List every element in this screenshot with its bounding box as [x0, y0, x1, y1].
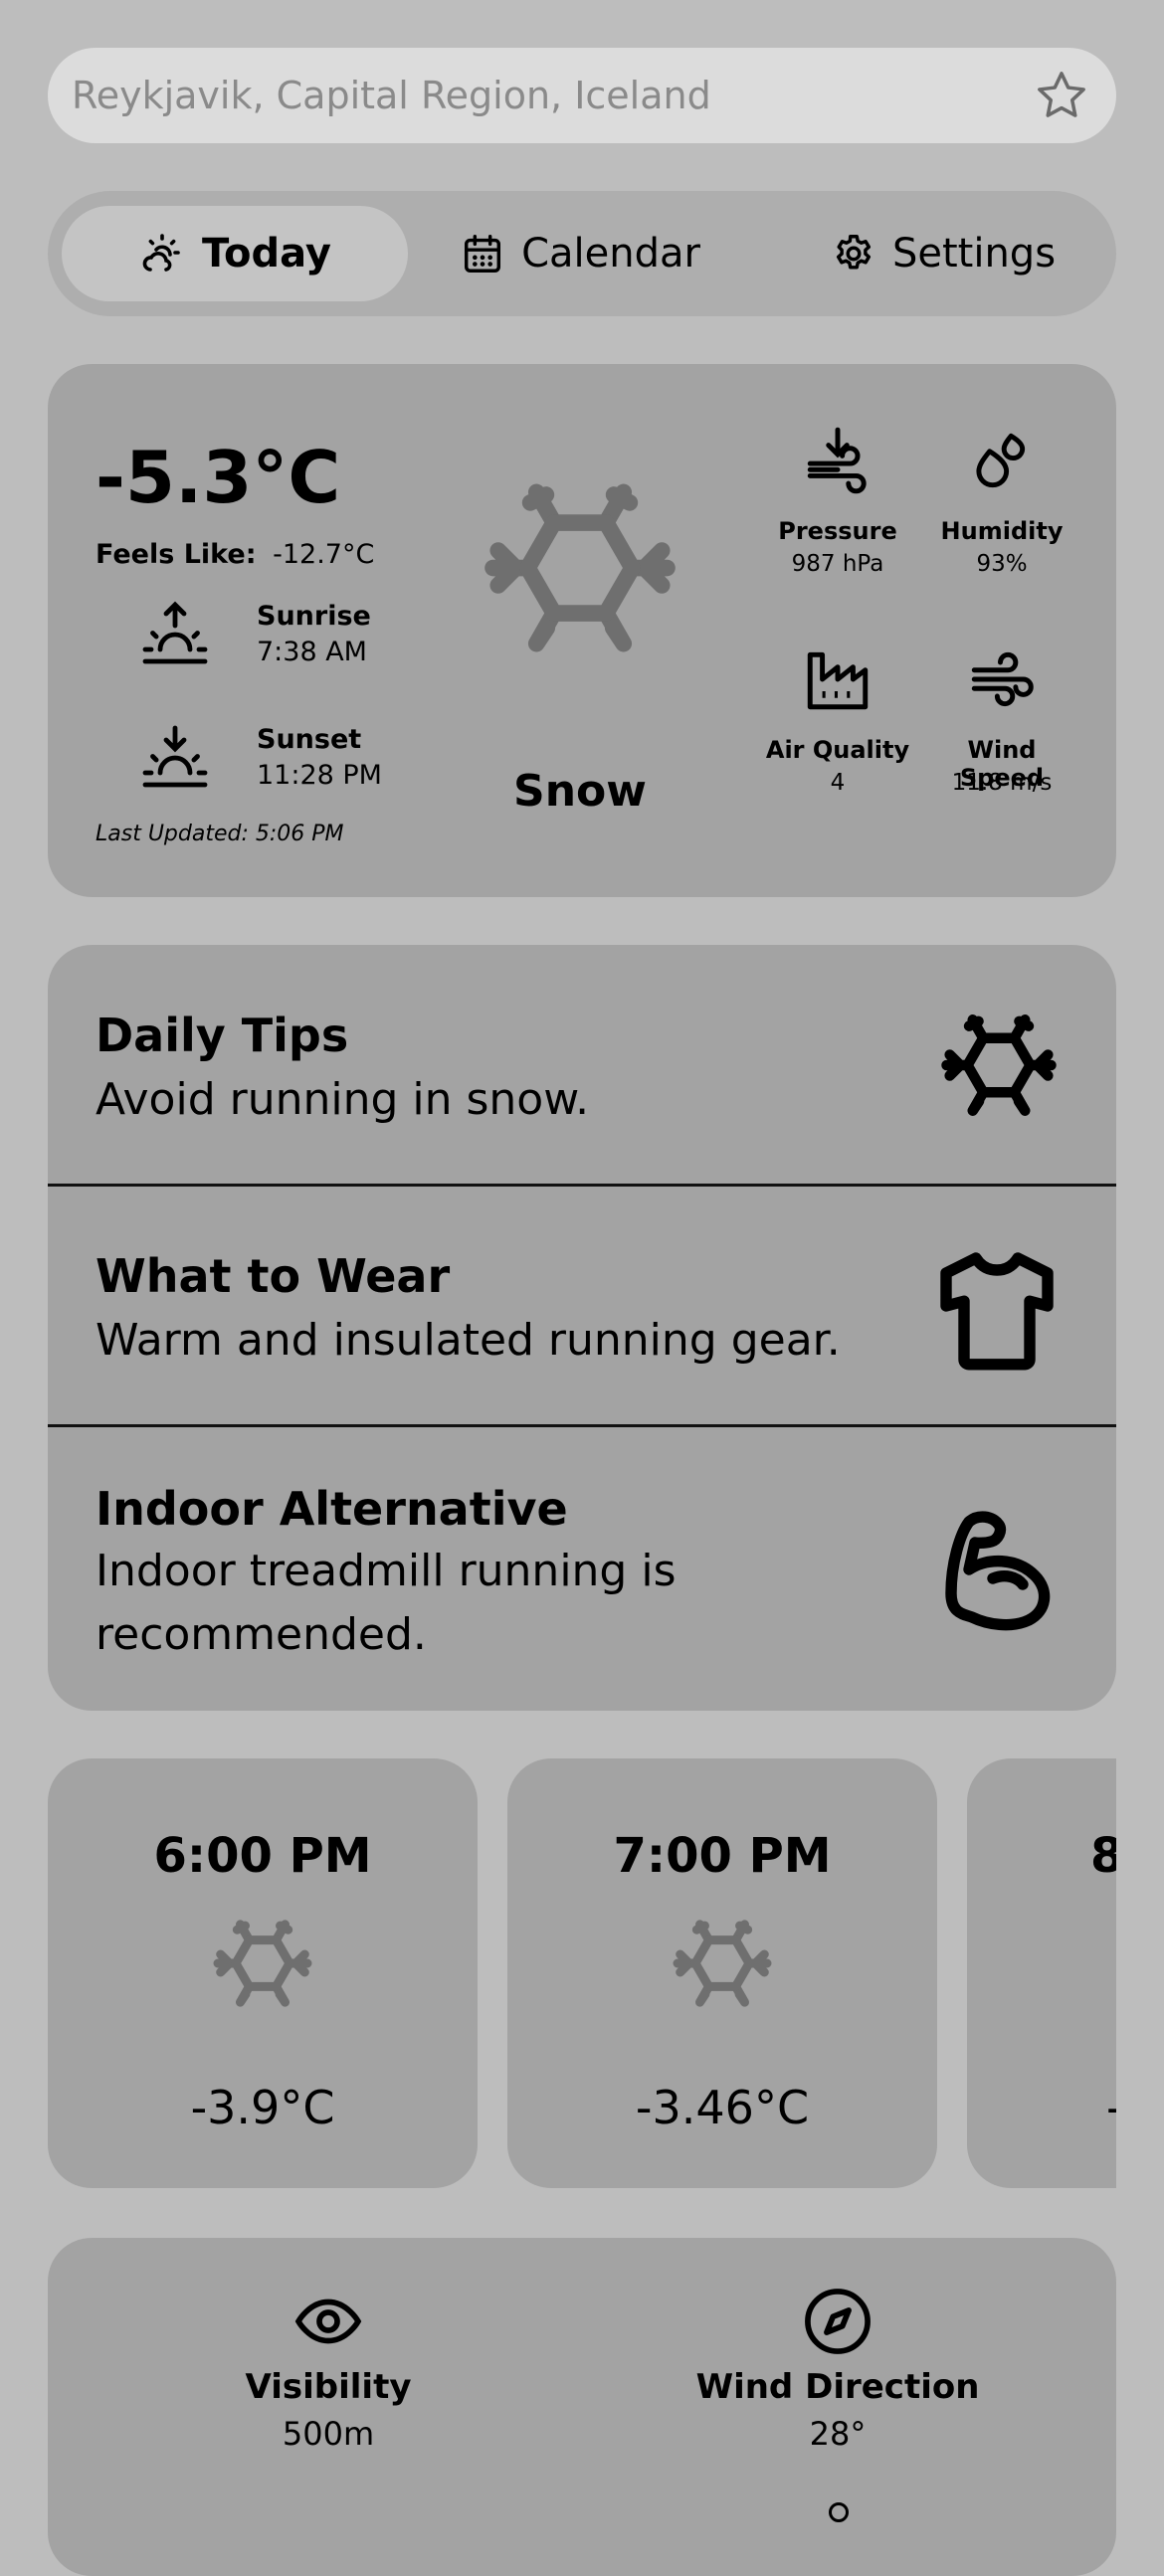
shirt-icon [940, 1252, 1054, 1371]
tip-description: Avoid running in snow. [96, 1074, 590, 1125]
search-input[interactable] [72, 74, 1116, 117]
hourly-card: 7:00 PM -3.46°C [507, 1758, 937, 2188]
detail-value: 500m [282, 2415, 375, 2453]
detail-value: 28° [809, 2415, 867, 2453]
current-weather-card: -5.3°C Feels Like: -12.7°C Sunrise 7:38 … [48, 364, 1116, 897]
tip-title: Daily Tips [96, 1009, 349, 1062]
hour-temperature: - [1106, 2081, 1116, 2134]
detail-label: Wind Direction [695, 2367, 980, 2407]
tab-calendar[interactable]: Calendar [446, 206, 714, 301]
sunrise-label: Sunrise [257, 601, 371, 632]
hour-time: 6:00 PM [153, 1828, 372, 1884]
details-card: Visibility 500m Wind Direction 28° [48, 2238, 1116, 2576]
sunset-icon [142, 725, 208, 788]
hour-time: 7:00 PM [613, 1828, 832, 1884]
detail-label: Visibility [245, 2367, 412, 2407]
factory-icon [807, 651, 869, 710]
compass-icon [805, 2289, 871, 2354]
snowflake-icon [941, 1014, 1057, 1116]
wind-icon [971, 651, 1034, 707]
tab-today[interactable]: Today [62, 206, 408, 301]
tip-title: What to Wear [96, 1249, 451, 1303]
snowflake-icon [485, 483, 676, 652]
tips-card: Daily Tips Avoid running in snow. What t… [48, 945, 1116, 1711]
eye-icon [294, 2299, 362, 2344]
tip-description: Warm and insulated running gear. [96, 1315, 841, 1366]
star-icon[interactable] [1033, 68, 1090, 123]
hourly-card: 8 - [967, 1758, 1116, 2188]
stat-value: 11.8 m/s [951, 770, 1053, 796]
droplets-icon [976, 433, 1026, 488]
gear-icon [836, 235, 872, 270]
hour-temperature: -3.9°C [190, 2081, 335, 2134]
pressure-icon [807, 427, 867, 494]
sunset-time: 11:28 PM [257, 760, 382, 791]
hour-temperature: -3.46°C [635, 2081, 810, 2134]
stat-label: Air Quality [765, 736, 910, 764]
feels-like: Feels Like: -12.7°C [96, 539, 374, 570]
feels-like-label: Feels Like: [96, 539, 257, 570]
partial-icon [829, 2502, 849, 2522]
tab-label: Settings [891, 231, 1057, 276]
stat-value: 93% [976, 551, 1028, 577]
tab-label: Calendar [521, 231, 700, 276]
tab-bar: Today Calendar Settings [48, 191, 1116, 316]
stat-value: 4 [830, 770, 846, 796]
location-search-bar [48, 48, 1116, 143]
tip-description-line1: Indoor treadmill running is [96, 1546, 677, 1596]
sunrise-time: 7:38 AM [257, 637, 367, 667]
stat-value: 987 hPa [791, 551, 884, 577]
current-temperature: -5.3°C [96, 436, 341, 519]
calendar-icon [465, 235, 501, 273]
condition-label: Snow [513, 766, 647, 817]
feels-like-value: -12.7°C [273, 539, 375, 570]
divider [48, 1184, 1116, 1187]
sunrise-icon [142, 601, 208, 664]
tab-settings[interactable]: Settings [804, 206, 1082, 301]
tab-label: Today [202, 231, 331, 276]
hourly-card-clip: 8 - [967, 1758, 1116, 2188]
hourly-card: 6:00 PM -3.9°C [48, 1758, 478, 2188]
divider [48, 1424, 1116, 1427]
snowflake-icon [213, 1920, 312, 2007]
hour-time: 8 [1090, 1828, 1116, 1884]
stat-label: Humidity [940, 517, 1064, 545]
last-updated: Last Updated: 5:06 PM [96, 822, 344, 846]
tip-title: Indoor Alternative [96, 1482, 568, 1536]
sun-cloud-icon [142, 234, 180, 272]
tip-description-line2: recommended. [96, 1609, 427, 1660]
sunset-label: Sunset [257, 724, 362, 755]
biceps-icon [945, 1511, 1051, 1631]
snowflake-icon [673, 1920, 772, 2007]
stat-label: Pressure [778, 517, 897, 545]
